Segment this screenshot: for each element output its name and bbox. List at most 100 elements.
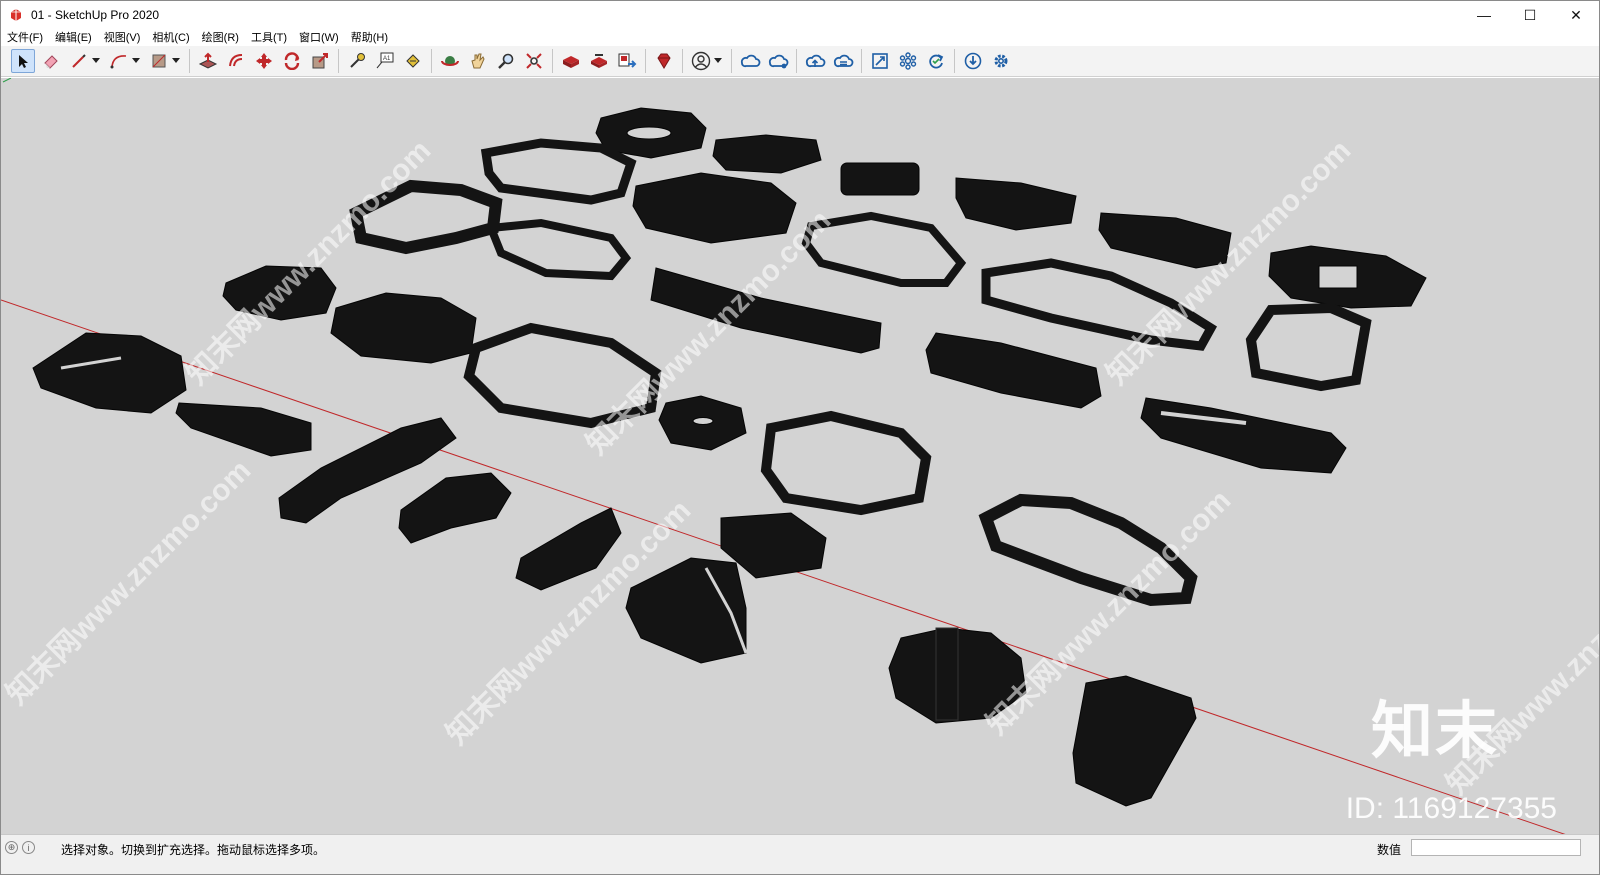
model-canvas[interactable] bbox=[1, 78, 1599, 834]
model-part[interactable] bbox=[955, 177, 1077, 231]
paint-bucket-tool-button[interactable] bbox=[401, 49, 425, 73]
settings-button[interactable] bbox=[989, 49, 1013, 73]
chevron-down-icon bbox=[172, 58, 180, 63]
orbit-tool-button[interactable] bbox=[438, 49, 462, 73]
zoom-extents-tool-button[interactable] bbox=[522, 49, 546, 73]
rectangle-tool-button[interactable] bbox=[147, 49, 171, 73]
account-button[interactable] bbox=[689, 49, 713, 73]
model-part[interactable] bbox=[480, 138, 637, 205]
model-part[interactable] bbox=[175, 402, 312, 457]
model-part[interactable] bbox=[840, 162, 920, 196]
close-button[interactable]: ✕ bbox=[1553, 1, 1599, 29]
model-part[interactable] bbox=[398, 472, 512, 544]
cloud-sync-icon bbox=[833, 54, 854, 68]
status-icons: ⊕ i bbox=[5, 841, 35, 854]
account-dropdown[interactable] bbox=[713, 49, 723, 73]
select-tool-button[interactable] bbox=[11, 49, 35, 73]
eraser-tool-button[interactable] bbox=[39, 49, 63, 73]
cloud-upload-button[interactable] bbox=[803, 49, 827, 73]
send-to-layout-button[interactable] bbox=[615, 49, 639, 73]
chevron-down-icon bbox=[92, 58, 100, 63]
sketchup-logo-icon bbox=[11, 9, 21, 21]
model-part[interactable] bbox=[1140, 397, 1347, 474]
arc-icon bbox=[110, 55, 127, 69]
zoom-tool-button[interactable] bbox=[494, 49, 518, 73]
rotate-tool-button[interactable] bbox=[280, 49, 304, 73]
download-icon bbox=[964, 52, 982, 70]
status-bar: ⊕ i 选择对象。切换到扩充选择。拖动鼠标选择多项。 数值 bbox=[1, 834, 1599, 874]
share-model-button[interactable] bbox=[587, 49, 611, 73]
cloud-sync-button[interactable] bbox=[831, 49, 855, 73]
model-part[interactable] bbox=[32, 332, 187, 414]
shape-tool-dropdown[interactable] bbox=[171, 49, 181, 73]
title-bar: 01 - SketchUp Pro 2020 — ☐ ✕ bbox=[1, 1, 1599, 29]
geolocation-icon[interactable]: ⊕ bbox=[5, 841, 18, 854]
model-part[interactable] bbox=[330, 292, 477, 364]
arc-tool-dropdown[interactable] bbox=[131, 49, 141, 73]
measurements-input[interactable] bbox=[1411, 839, 1581, 856]
model-part[interactable] bbox=[925, 332, 1102, 409]
scale-tool-button[interactable] bbox=[308, 49, 332, 73]
green-axis-line bbox=[2, 78, 12, 83]
toolbar-separator bbox=[431, 49, 432, 73]
window-controls: — ☐ ✕ bbox=[1461, 1, 1599, 29]
offset-tool-button[interactable] bbox=[224, 49, 248, 73]
zoom-extents-icon bbox=[526, 53, 542, 69]
menu-camera[interactable]: 相机(C) bbox=[146, 29, 195, 45]
pan-tool-button[interactable] bbox=[466, 49, 490, 73]
text-tool-button[interactable]: A1 bbox=[373, 49, 397, 73]
eraser-icon bbox=[44, 55, 58, 69]
cloud-share-button[interactable] bbox=[766, 49, 790, 73]
pan-icon bbox=[471, 53, 485, 69]
trimble-connect-button[interactable] bbox=[738, 49, 762, 73]
model-part[interactable] bbox=[1072, 675, 1197, 807]
scale-view-button[interactable] bbox=[868, 49, 892, 73]
info-icon[interactable]: i bbox=[22, 841, 35, 854]
scale-icon bbox=[312, 53, 328, 69]
modeling-viewport[interactable]: 知末网www.znzmo.com 知末网www.znzmo.com 知末网www… bbox=[1, 78, 1599, 834]
tape-measure-tool-button[interactable] bbox=[345, 49, 369, 73]
arc-tool-button[interactable] bbox=[107, 49, 131, 73]
menu-help[interactable]: 帮助(H) bbox=[345, 29, 394, 45]
model-part[interactable] bbox=[1245, 302, 1372, 392]
image-id-label: ID: 1169127355 bbox=[1345, 792, 1557, 825]
toolbar-separator bbox=[861, 49, 862, 73]
menu-window[interactable]: 窗口(W) bbox=[293, 29, 345, 45]
extension-warehouse-icon bbox=[591, 54, 607, 68]
menu-file[interactable]: 文件(F) bbox=[1, 29, 49, 45]
3d-warehouse-button[interactable] bbox=[559, 49, 583, 73]
model-part[interactable] bbox=[760, 410, 932, 516]
model-part[interactable] bbox=[485, 218, 632, 281]
model-part-hinge bbox=[935, 627, 959, 721]
model-part-hole bbox=[626, 126, 672, 140]
download-button[interactable] bbox=[961, 49, 985, 73]
menu-draw[interactable]: 绘图(R) bbox=[196, 29, 245, 45]
refresh-icon bbox=[929, 54, 944, 69]
maximize-button[interactable]: ☐ bbox=[1507, 1, 1553, 29]
minimize-button[interactable]: — bbox=[1461, 1, 1507, 29]
chevron-down-icon bbox=[132, 58, 140, 63]
window-title: 01 - SketchUp Pro 2020 bbox=[31, 8, 160, 22]
push-pull-tool-button[interactable] bbox=[196, 49, 220, 73]
toolbar-separator bbox=[682, 49, 683, 73]
cloud-upload-icon bbox=[805, 54, 826, 68]
menu-edit[interactable]: 编辑(E) bbox=[49, 29, 98, 45]
model-parts-group bbox=[32, 107, 1427, 807]
3d-warehouse-icon bbox=[563, 56, 579, 68]
menu-view[interactable]: 视图(V) bbox=[98, 29, 147, 45]
toolbar-separator bbox=[731, 49, 732, 73]
brand-watermark: 知末 bbox=[1370, 697, 1499, 766]
model-part[interactable] bbox=[712, 134, 822, 174]
toolbar-separator bbox=[189, 49, 190, 73]
settings-icon bbox=[994, 54, 1008, 68]
menu-tools[interactable]: 工具(T) bbox=[245, 29, 293, 45]
components-button[interactable] bbox=[896, 49, 920, 73]
line-tool-dropdown[interactable] bbox=[91, 49, 101, 73]
extension-manager-button[interactable] bbox=[652, 49, 676, 73]
line-tool-button[interactable] bbox=[67, 49, 91, 73]
pencil-line-icon bbox=[72, 54, 86, 68]
move-tool-button[interactable] bbox=[252, 49, 276, 73]
refresh-button[interactable] bbox=[924, 49, 948, 73]
status-message: 选择对象。切换到扩充选择。拖动鼠标选择多项。 bbox=[61, 843, 326, 857]
toolbar-separator bbox=[645, 49, 646, 73]
